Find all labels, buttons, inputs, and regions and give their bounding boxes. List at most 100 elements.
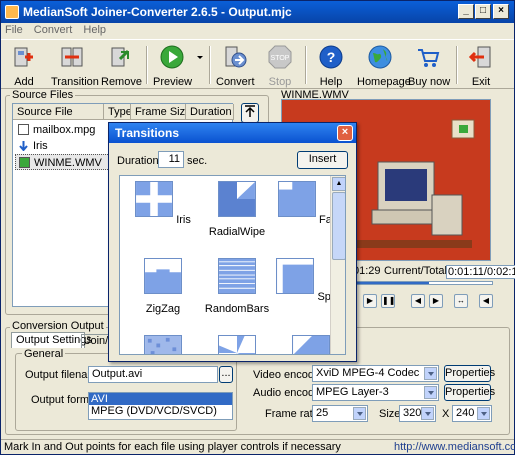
transition-iris[interactable]: Iris <box>126 179 200 255</box>
convert-button[interactable]: Convert <box>216 42 255 88</box>
move-up-button[interactable] <box>241 103 259 123</box>
convert-icon <box>225 46 247 68</box>
dialog-title: Transitions <box>115 126 180 140</box>
tab-output-settings[interactable]: Output Settings <box>11 332 92 348</box>
arrow-up-icon <box>245 105 255 117</box>
homepage-button[interactable]: Homepage <box>357 42 411 88</box>
transition-zigzag[interactable]: ZigZag <box>126 256 200 332</box>
add-button[interactable]: Add <box>9 42 39 88</box>
menu-convert[interactable]: Convert <box>34 24 73 36</box>
video-properties-button[interactable]: Properties <box>444 365 495 382</box>
window-title: MedianSoft Joiner-Converter 2.6.5 - Outp… <box>23 5 292 19</box>
fade-transition-icon <box>277 181 316 217</box>
frame-rate-select[interactable]: 25 <box>312 405 368 422</box>
toolbar: Add Transition Remove Preview Convert ST… <box>1 39 514 89</box>
stop-icon-text: STOP <box>271 55 290 62</box>
add-file-icon <box>14 47 33 67</box>
transition-tile[interactable] <box>200 333 274 354</box>
duration-field[interactable]: 11 <box>158 151 184 168</box>
general-label: General <box>22 348 66 360</box>
buy-now-button[interactable]: Buy now <box>408 42 450 88</box>
output-filename-field[interactable]: Output.avi <box>88 366 218 383</box>
mark-in-out-button[interactable]: ↔ <box>454 294 468 308</box>
status-bar: Mark In and Out points for each file usi… <box>1 439 515 455</box>
stop-button[interactable]: STOP Stop <box>265 42 295 88</box>
preview-button[interactable]: Preview <box>153 42 192 88</box>
transition-icon <box>61 47 83 67</box>
dissolve-transition-icon <box>144 335 182 354</box>
chevron-down-icon <box>197 56 203 59</box>
stop-icon: STOP <box>268 45 292 69</box>
website-link[interactable]: http://www.mediansoft.com <box>394 441 515 453</box>
exit-icon <box>468 46 491 68</box>
minimize-button[interactable]: _ <box>458 4 474 19</box>
pause-button[interactable]: ❚❚ <box>381 294 395 308</box>
format-option[interactable]: MPEG (DVD/VCD/SVCD) <box>89 405 232 417</box>
format-option-selected[interactable]: AVI <box>89 393 232 405</box>
chevron-down-icon[interactable] <box>353 407 366 420</box>
scroll-thumb[interactable] <box>332 192 345 260</box>
maximize-button[interactable]: □ <box>475 4 491 19</box>
height-select[interactable]: 240 <box>452 405 492 422</box>
menu-bar: File Convert Help <box>1 23 514 39</box>
chevron-down-icon[interactable] <box>421 407 434 420</box>
play-button[interactable]: ▶ <box>363 294 377 308</box>
chevron-down-icon[interactable] <box>424 367 437 380</box>
globe-icon <box>368 45 392 69</box>
menu-file[interactable]: File <box>5 24 23 36</box>
help-icon: ? <box>319 45 343 69</box>
chevron-down-icon[interactable] <box>477 407 490 420</box>
toolbar-separator <box>456 46 458 84</box>
remove-button[interactable]: Remove <box>101 42 142 88</box>
toolbar-separator <box>305 46 307 84</box>
transition-tile[interactable] <box>126 333 200 354</box>
transitions-grid[interactable]: Iris RadialWipe Fade ZigZag RandomBars S… <box>119 175 346 355</box>
audio-encoder-select[interactable]: MPEG Layer-3 <box>312 384 439 401</box>
spiral-transition-icon <box>276 258 315 294</box>
audio-properties-button[interactable]: Properties <box>444 384 495 401</box>
transition-radialwipe[interactable]: RadialWipe <box>200 179 274 255</box>
randombars-transition-icon <box>218 258 256 294</box>
transition-button[interactable]: Transition <box>51 42 99 88</box>
output-format-list[interactable]: AVI MPEG (DVD/VCD/SVCD) <box>88 392 233 420</box>
width-select[interactable]: 320 <box>399 405 436 422</box>
play-icon <box>160 45 184 69</box>
column-type[interactable]: Type <box>104 104 131 120</box>
menu-help[interactable]: Help <box>83 24 106 36</box>
radialwipe-transition-icon <box>218 181 256 217</box>
dialog-close-button[interactable]: × <box>337 125 353 141</box>
previous-frame-button[interactable]: ◀ <box>411 294 425 308</box>
next-frame-button[interactable]: ▶ <box>429 294 443 308</box>
vertical-scrollbar[interactable]: ▲ <box>330 176 345 354</box>
preview-dropdown[interactable] <box>195 42 205 87</box>
diagonal-transition-icon <box>292 335 330 354</box>
chevron-down-icon[interactable] <box>424 386 437 399</box>
column-duration[interactable]: Duration <box>186 104 234 120</box>
insert-button[interactable]: Insert <box>297 151 348 169</box>
exit-button[interactable]: Exit <box>466 42 496 88</box>
seek-bar[interactable] <box>353 281 493 285</box>
video-encoder-select[interactable]: XviD MPEG-4 Codec <box>312 365 439 382</box>
elapsed-time: 01:29 <box>353 265 381 277</box>
zigzag-transition-icon <box>144 258 182 294</box>
current-total-value: 0:01:11/0:02:11 <box>446 265 515 279</box>
dialog-title-bar: Transitions × <box>109 123 356 143</box>
column-frame-size[interactable]: Frame Size <box>131 104 186 120</box>
scroll-up-arrow[interactable]: ▲ <box>332 177 345 191</box>
duration-label: Duration: <box>117 155 162 167</box>
remove-file-icon <box>111 47 130 67</box>
toolbar-separator <box>146 46 148 84</box>
transition-randombars[interactable]: RandomBars <box>200 256 274 332</box>
close-button[interactable]: × <box>493 4 509 19</box>
toolbar-separator <box>209 46 211 84</box>
volume-icon[interactable]: ◀ <box>479 294 493 308</box>
browse-button[interactable]: ... <box>219 366 233 383</box>
tab-join-conversion[interactable]: Join/Co <box>81 334 111 348</box>
seek-bar-fill <box>354 282 429 284</box>
pinwheel-transition-icon <box>218 335 256 354</box>
title-bar: MedianSoft Joiner-Converter 2.6.5 - Outp… <box>1 1 514 23</box>
seconds-label: sec. <box>187 155 208 167</box>
help-button[interactable]: ? Help <box>316 42 346 88</box>
column-source-file[interactable]: Source File <box>13 104 104 120</box>
video-file-icon <box>18 124 29 135</box>
